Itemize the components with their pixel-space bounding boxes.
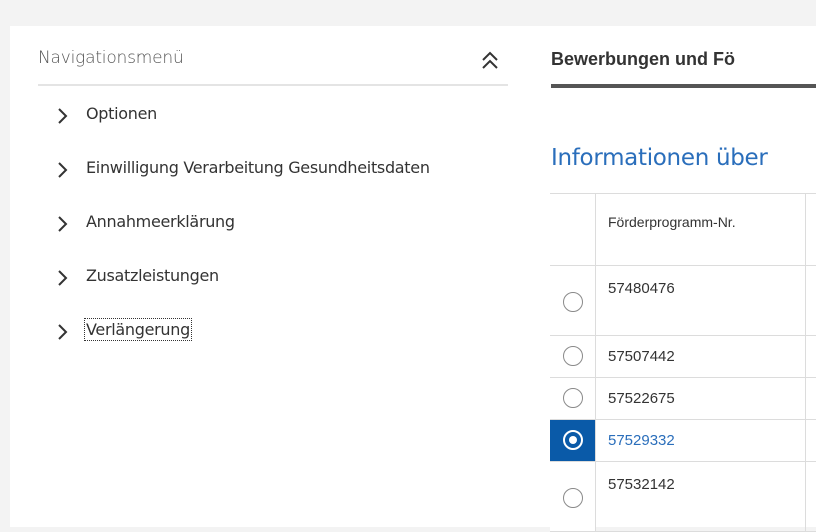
row-radio-button[interactable]	[563, 292, 583, 312]
table-row[interactable]: 57480476	[550, 266, 816, 336]
foerderprogramm-nr-cell[interactable]: 57529332	[596, 420, 806, 461]
nav-title: Navigationsmenü	[38, 48, 184, 68]
tab-bewerbungen[interactable]: Bewerbungen und Fö	[551, 46, 816, 88]
table-header-row: Förderprogramm-Nr.	[550, 194, 816, 266]
row-radio-button[interactable]	[563, 346, 583, 366]
foerderprogramm-table: Förderprogramm-Nr. 57480476 57507442 575…	[550, 193, 816, 532]
nav-item-label: Optionen	[86, 104, 157, 123]
select-cell	[550, 378, 596, 419]
table-row[interactable]: 57522675	[550, 378, 816, 420]
select-cell	[550, 462, 596, 531]
foerderprogramm-nr-cell: 57532142	[596, 462, 806, 531]
nav-item-label: Einwilligung Verarbeitung Gesundheitsdat…	[86, 158, 430, 177]
table-row[interactable]: 57507442	[550, 336, 816, 378]
nav-item-annahmeerklaerung[interactable]: Annahmeerklärung	[56, 212, 430, 266]
select-cell	[550, 336, 596, 377]
table-row[interactable]: 57532142	[550, 462, 816, 532]
chevron-right-icon	[58, 270, 68, 286]
double-chevron-up-icon[interactable]	[480, 50, 500, 72]
chevron-right-icon	[58, 216, 68, 232]
select-cell	[550, 266, 596, 335]
foerderprogramm-nr-cell: 57522675	[596, 378, 806, 419]
select-cell	[550, 420, 596, 461]
column-header-foerderprogramm-nr[interactable]: Förderprogramm-Nr.	[596, 194, 806, 265]
row-radio-button-selected[interactable]	[563, 430, 583, 450]
foerderprogramm-nr-cell: 57480476	[596, 266, 806, 335]
nav-item-optionen[interactable]: Optionen	[56, 104, 430, 158]
foerderprogramm-nr-cell: 57507442	[596, 336, 806, 377]
section-title: Informationen über	[551, 145, 768, 171]
nav-item-verlaengerung[interactable]: Verlängerung	[56, 318, 430, 374]
row-radio-button[interactable]	[563, 488, 583, 508]
nav-header: Navigationsmenü	[38, 44, 508, 86]
nav-list: Optionen Einwilligung Verarbeitung Gesun…	[56, 104, 430, 374]
nav-item-zusatzleistungen[interactable]: Zusatzleistungen	[56, 266, 430, 320]
chevron-right-icon	[58, 108, 68, 124]
chevron-right-icon	[58, 162, 68, 178]
nav-item-label: Zusatzleistungen	[86, 266, 219, 285]
row-radio-button[interactable]	[563, 388, 583, 408]
chevron-right-icon	[58, 324, 68, 340]
nav-item-einwilligung[interactable]: Einwilligung Verarbeitung Gesundheitsdat…	[56, 158, 430, 212]
nav-item-label: Annahmeerklärung	[86, 212, 235, 231]
nav-item-label: Verlängerung	[84, 318, 192, 341]
select-header-cell	[550, 194, 596, 265]
table-row-selected[interactable]: 57529332	[550, 420, 816, 462]
